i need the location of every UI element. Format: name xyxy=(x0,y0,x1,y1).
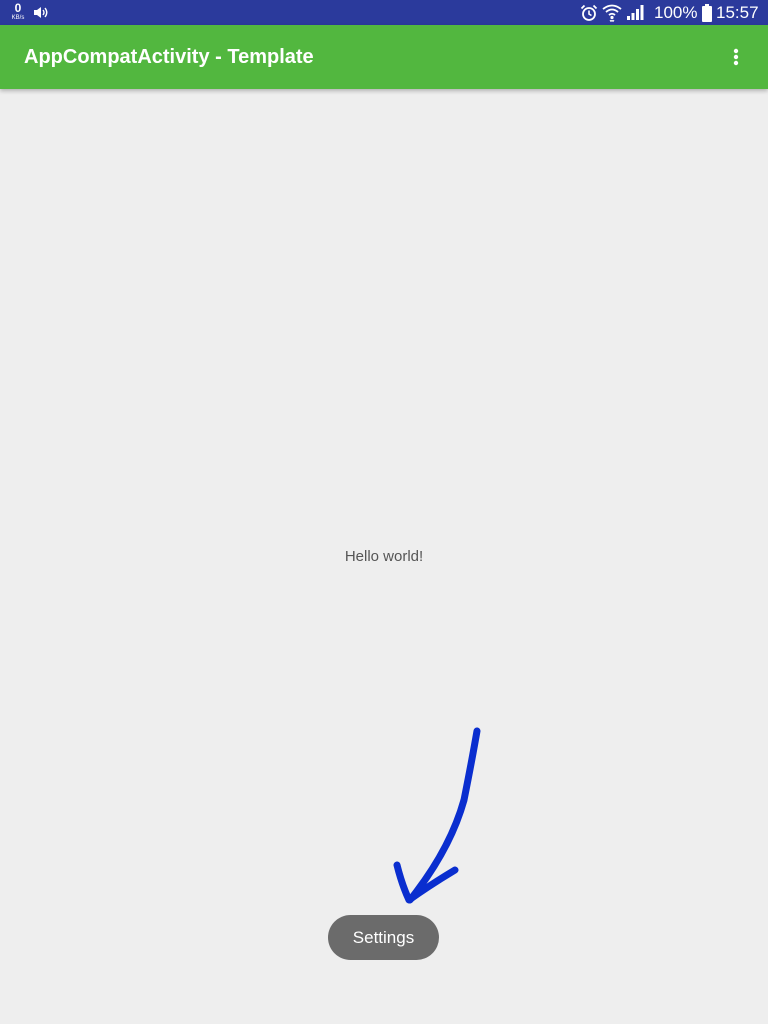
speaker-icon xyxy=(33,6,49,24)
status-clock: 15:57 xyxy=(716,3,759,22)
network-speed-value: 0 xyxy=(14,1,22,15)
app-title: AppCompatActivity - Template xyxy=(24,46,314,68)
alarm-clock-icon xyxy=(580,4,598,27)
settings-toast: Settings xyxy=(328,915,439,960)
status-bar: 0 KB/s 100% 15:57 xyxy=(0,0,768,25)
more-vert-icon xyxy=(733,48,739,66)
battery-percent: 100% xyxy=(654,3,698,22)
battery-icon xyxy=(702,4,712,27)
hand-drawn-arrow-icon xyxy=(380,720,490,915)
hello-world-text: Hello world! xyxy=(344,548,424,565)
network-speed-unit: KB/s xyxy=(11,15,25,21)
cell-signal-icon xyxy=(626,4,645,26)
network-speed-indicator: 0 KB/s xyxy=(8,2,28,21)
app-toolbar: AppCompatActivity - Template xyxy=(0,25,768,89)
overflow-menu-button[interactable] xyxy=(722,41,750,73)
wifi-icon xyxy=(602,3,622,27)
